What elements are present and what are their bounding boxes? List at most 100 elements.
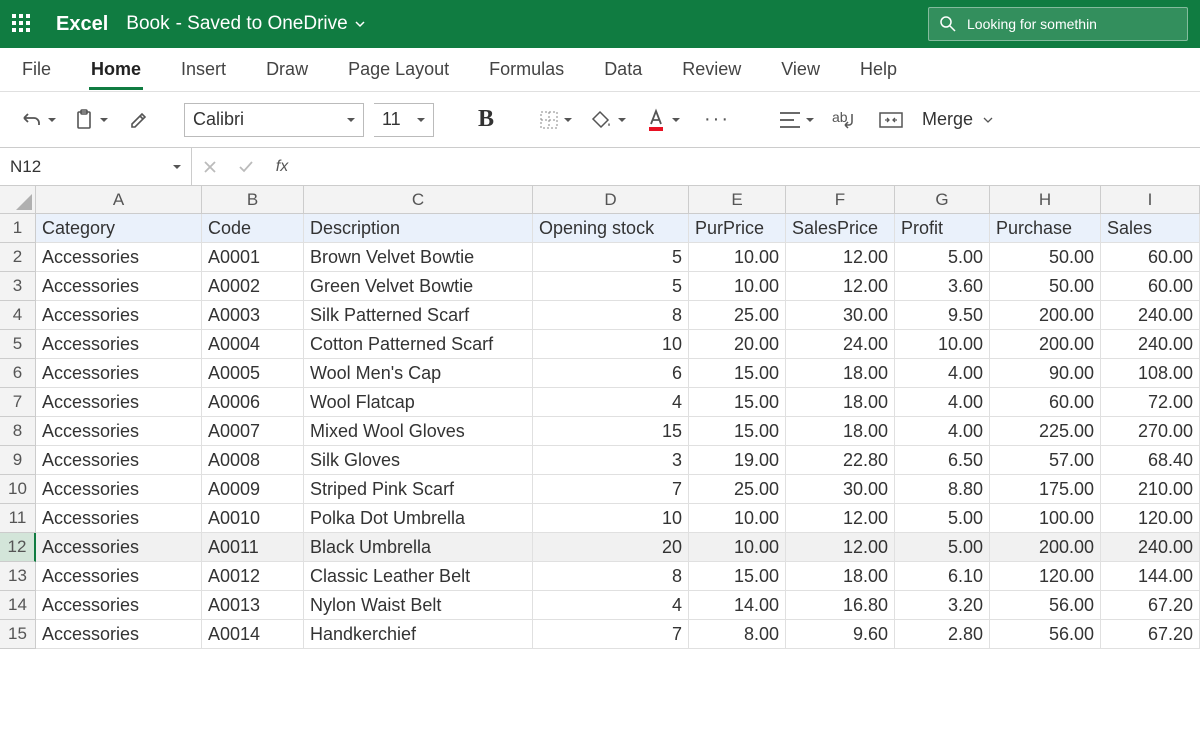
column-header-H[interactable]: H bbox=[990, 186, 1101, 214]
cell[interactable]: Accessories bbox=[36, 301, 202, 330]
cell[interactable]: 8.80 bbox=[895, 475, 990, 504]
cell[interactable]: Accessories bbox=[36, 359, 202, 388]
cell[interactable]: 175.00 bbox=[990, 475, 1101, 504]
font-size-select[interactable]: 11 bbox=[374, 103, 434, 137]
cell[interactable]: 8 bbox=[533, 562, 689, 591]
tab-file[interactable]: File bbox=[20, 51, 53, 88]
cell[interactable]: Accessories bbox=[36, 446, 202, 475]
cell[interactable]: 200.00 bbox=[990, 533, 1101, 562]
row-header-7[interactable]: 7 bbox=[0, 388, 36, 417]
cell[interactable]: Classic Leather Belt bbox=[304, 562, 533, 591]
align-button[interactable] bbox=[774, 102, 818, 138]
cell[interactable]: 10.00 bbox=[689, 533, 786, 562]
cell[interactable]: 90.00 bbox=[990, 359, 1101, 388]
row-header-9[interactable]: 9 bbox=[0, 446, 36, 475]
tab-formulas[interactable]: Formulas bbox=[487, 51, 566, 88]
font-color-button[interactable] bbox=[640, 102, 684, 138]
cell[interactable]: Accessories bbox=[36, 562, 202, 591]
cell[interactable]: Opening stock bbox=[533, 214, 689, 243]
cell[interactable]: Sales bbox=[1101, 214, 1200, 243]
cell[interactable]: 7 bbox=[533, 475, 689, 504]
cell[interactable]: 10 bbox=[533, 504, 689, 533]
cell[interactable]: 4.00 bbox=[895, 388, 990, 417]
font-name-select[interactable]: Calibri bbox=[184, 103, 364, 137]
cell[interactable]: 30.00 bbox=[786, 301, 895, 330]
cell[interactable]: 5 bbox=[533, 243, 689, 272]
cell[interactable]: Black Umbrella bbox=[304, 533, 533, 562]
row-header-15[interactable]: 15 bbox=[0, 620, 36, 649]
cell[interactable]: 15.00 bbox=[689, 417, 786, 446]
cell[interactable]: 22.80 bbox=[786, 446, 895, 475]
insert-function-button[interactable]: fx bbox=[264, 148, 300, 185]
cell[interactable]: Profit bbox=[895, 214, 990, 243]
cell[interactable]: 5 bbox=[533, 272, 689, 301]
row-header-2[interactable]: 2 bbox=[0, 243, 36, 272]
cell[interactable]: A0014 bbox=[202, 620, 304, 649]
cell[interactable]: 240.00 bbox=[1101, 330, 1200, 359]
cell[interactable]: 15.00 bbox=[689, 562, 786, 591]
cell[interactable]: 120.00 bbox=[1101, 504, 1200, 533]
cell[interactable]: 2.80 bbox=[895, 620, 990, 649]
cell[interactable]: A0006 bbox=[202, 388, 304, 417]
cell[interactable]: 6.50 bbox=[895, 446, 990, 475]
cell[interactable]: 30.00 bbox=[786, 475, 895, 504]
merge-button[interactable] bbox=[874, 102, 908, 138]
cell[interactable]: 19.00 bbox=[689, 446, 786, 475]
cell[interactable]: Accessories bbox=[36, 591, 202, 620]
cell[interactable]: 225.00 bbox=[990, 417, 1101, 446]
cell[interactable]: A0011 bbox=[202, 533, 304, 562]
cell[interactable]: 18.00 bbox=[786, 359, 895, 388]
cell[interactable]: 210.00 bbox=[1101, 475, 1200, 504]
row-header-11[interactable]: 11 bbox=[0, 504, 36, 533]
cell[interactable]: 60.00 bbox=[990, 388, 1101, 417]
fill-color-button[interactable] bbox=[586, 102, 630, 138]
cell[interactable]: Code bbox=[202, 214, 304, 243]
column-header-A[interactable]: A bbox=[36, 186, 202, 214]
cell[interactable]: A0004 bbox=[202, 330, 304, 359]
cell[interactable]: Description bbox=[304, 214, 533, 243]
row-header-8[interactable]: 8 bbox=[0, 417, 36, 446]
cell[interactable]: 16.80 bbox=[786, 591, 895, 620]
cell[interactable]: Silk Gloves bbox=[304, 446, 533, 475]
tab-home[interactable]: Home bbox=[89, 51, 143, 88]
column-header-C[interactable]: C bbox=[304, 186, 533, 214]
column-header-I[interactable]: I bbox=[1101, 186, 1200, 214]
column-header-D[interactable]: D bbox=[533, 186, 689, 214]
cell[interactable]: Polka Dot Umbrella bbox=[304, 504, 533, 533]
cell[interactable]: Category bbox=[36, 214, 202, 243]
cell[interactable]: 6 bbox=[533, 359, 689, 388]
cell[interactable]: 72.00 bbox=[1101, 388, 1200, 417]
row-header-6[interactable]: 6 bbox=[0, 359, 36, 388]
cell[interactable]: Brown Velvet Bowtie bbox=[304, 243, 533, 272]
cell[interactable]: 3.60 bbox=[895, 272, 990, 301]
cell[interactable]: A0010 bbox=[202, 504, 304, 533]
cell[interactable]: SalesPrice bbox=[786, 214, 895, 243]
cell[interactable]: A0009 bbox=[202, 475, 304, 504]
cell[interactable]: Striped Pink Scarf bbox=[304, 475, 533, 504]
cell[interactable]: 67.20 bbox=[1101, 591, 1200, 620]
tab-view[interactable]: View bbox=[779, 51, 822, 88]
cell[interactable]: 15 bbox=[533, 417, 689, 446]
row-header-1[interactable]: 1 bbox=[0, 214, 36, 243]
cell[interactable]: 10 bbox=[533, 330, 689, 359]
cell[interactable]: 10.00 bbox=[895, 330, 990, 359]
cell[interactable]: 57.00 bbox=[990, 446, 1101, 475]
cell[interactable]: 5.00 bbox=[895, 243, 990, 272]
cell[interactable]: 9.50 bbox=[895, 301, 990, 330]
row-header-10[interactable]: 10 bbox=[0, 475, 36, 504]
cell[interactable]: A0012 bbox=[202, 562, 304, 591]
cell[interactable]: Handkerchief bbox=[304, 620, 533, 649]
cell[interactable]: 68.40 bbox=[1101, 446, 1200, 475]
cell[interactable]: 60.00 bbox=[1101, 272, 1200, 301]
borders-button[interactable] bbox=[534, 102, 576, 138]
cell[interactable]: 100.00 bbox=[990, 504, 1101, 533]
tab-page-layout[interactable]: Page Layout bbox=[346, 51, 451, 88]
row-header-3[interactable]: 3 bbox=[0, 272, 36, 301]
cell[interactable]: A0003 bbox=[202, 301, 304, 330]
cell[interactable]: 5.00 bbox=[895, 504, 990, 533]
cell[interactable]: Green Velvet Bowtie bbox=[304, 272, 533, 301]
cell[interactable]: 56.00 bbox=[990, 620, 1101, 649]
accept-formula-button[interactable] bbox=[228, 148, 264, 185]
cell[interactable]: Accessories bbox=[36, 272, 202, 301]
cell[interactable]: 6.10 bbox=[895, 562, 990, 591]
